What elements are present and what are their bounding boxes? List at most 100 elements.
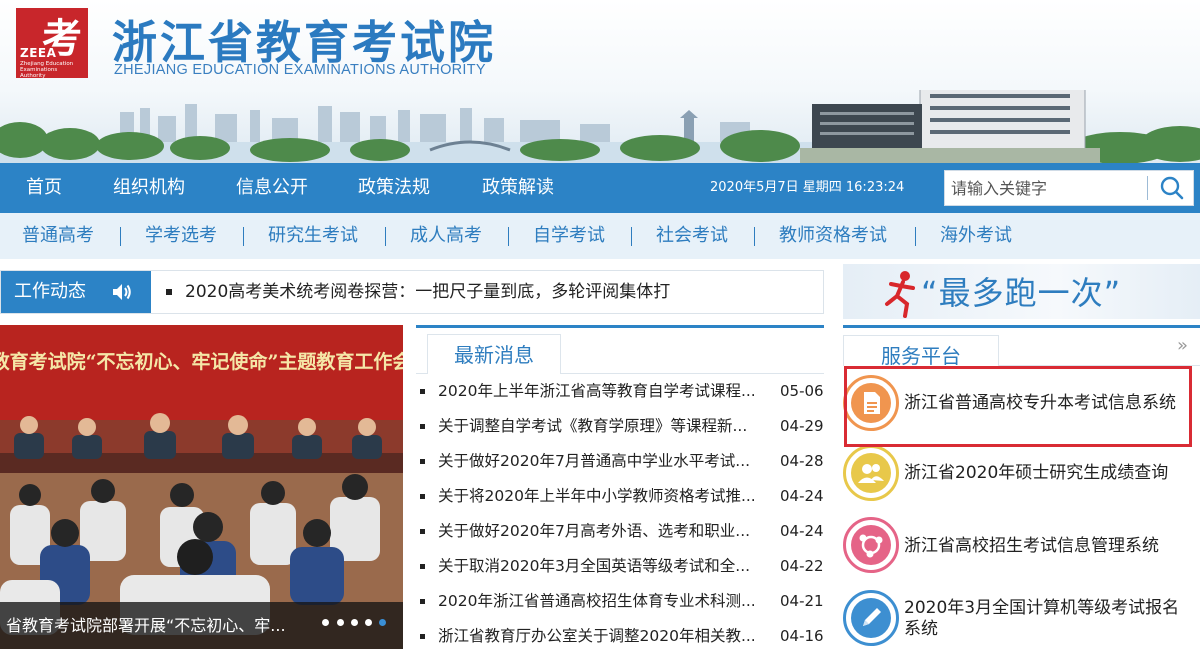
news-date: 04-29 [780,417,824,435]
category-teacher-qualification[interactable]: 教师资格考试 [779,213,887,259]
category-divider [120,227,121,246]
news-slideshow[interactable]: 省教育考试院“不忘初心、牢记使命”主题教育工作会议 [0,325,403,649]
service-label[interactable]: 浙江省2020年硕士研究生成绩查询 [904,463,1168,484]
meeting-photo: 省教育考试院“不忘初心、牢记使命”主题教育工作会议 [0,325,403,649]
slide-dot-4[interactable] [365,619,372,626]
users-icon [851,453,891,493]
slide-dot-1[interactable] [322,619,329,626]
nav-item-organization[interactable]: 组织机构 [113,163,185,213]
work-news-ticker: 工作动态 2020高考美术统考阅卷探营：一把尺子量到底，多轮评阅集体打 [0,270,824,314]
city-skyline-illustration [0,90,1200,163]
service-item-postgraduate-score-query[interactable]: 浙江省2020年硕士研究生成绩查询 [843,442,1200,506]
news-title[interactable]: 关于做好2020年7月普通高中学业水平考试... [438,449,773,473]
service-label[interactable]: 2020年3月全国计算机等级考试报名系统 [904,598,1196,640]
meeting-banner-text: 省教育考试院“不忘初心、牢记使命”主题教育工作会议 [0,350,403,373]
news-item[interactable]: 浙江省教育厅办公室关于调整2020年相关教... 04-16 [416,624,824,648]
ticker-label-text: 工作动态 [14,281,86,302]
logo-small-text: Zhejiang Education Examinations Authorit… [20,61,74,79]
service-icon-ring [843,590,899,646]
bullet-icon [420,424,425,429]
nav-item-info-disclosure[interactable]: 信息公开 [236,163,308,213]
news-title[interactable]: 关于调整自学考试《教育学原理》等课程新... [438,414,773,438]
search-divider [1147,176,1148,200]
news-item[interactable]: 2020年浙江省普通高校招生体育专业术科测... 04-21 [416,589,824,613]
tab-latest-news[interactable]: 最新消息 [427,334,561,374]
service-label[interactable]: 浙江省高校招生考试信息管理系统 [904,536,1159,557]
logo-abbreviation: ZEEA [20,46,57,60]
news-date: 05-06 [780,382,824,400]
news-date: 04-16 [780,627,824,645]
news-item[interactable]: 2020年上半年浙江省高等教育自学考试课程... 05-06 [416,379,824,403]
service-item-upgrade-exam-system[interactable]: 浙江省普通高校专升本考试信息系统 [843,372,1200,436]
service-item-computer-exam-registration[interactable]: 2020年3月全国计算机等级考试报名系统 [843,587,1200,649]
news-title[interactable]: 2020年浙江省普通高校招生体育专业术科测... [438,589,773,613]
category-self-study[interactable]: 自学考试 [533,213,605,259]
current-datetime: 2020年5月7日 星期四 16:23:24 [710,180,905,195]
category-postgraduate[interactable]: 研究生考试 [268,213,358,259]
service-label[interactable]: 浙江省普通高校专升本考试信息系统 [904,393,1176,414]
run-once-promo-banner[interactable]: “最多跑一次” [843,264,1200,319]
panel-top-border [416,325,824,328]
network-icon [851,525,891,565]
bullet-icon [420,599,425,604]
category-academic-selection[interactable]: 学考选考 [145,213,217,259]
category-navigation: 普通高考 学考选考 研究生考试 成人高考 自学考试 社会考试 教师资格考试 海外… [0,213,1200,259]
bullet-icon [420,564,425,569]
nav-item-policies[interactable]: 政策法规 [358,163,430,213]
news-date: 04-28 [780,452,824,470]
latest-news-panel: 最新消息 2020年上半年浙江省高等教育自学考试课程... 05-06 关于调整… [416,325,824,649]
slide-dot-2[interactable] [337,619,344,626]
search-button[interactable] [1151,171,1193,205]
news-title[interactable]: 浙江省教育厅办公室关于调整2020年相关教... [438,624,773,648]
nav-item-policy-interpretation[interactable]: 政策解读 [482,163,554,213]
service-item-admission-management-system[interactable]: 浙江省高校招生考试信息管理系统 [843,514,1200,578]
bullet-icon [420,494,425,499]
category-divider [243,227,244,246]
bullet-icon [420,389,425,394]
category-overseas[interactable]: 海外考试 [940,213,1012,259]
news-item[interactable]: 关于做好2020年7月高考外语、选考和职业... 04-24 [416,519,824,543]
document-icon [851,383,891,423]
search-input[interactable] [945,171,1147,205]
header-banner: 考 ZEEA Zhejiang Education Examinations A… [0,0,1200,163]
service-icon-ring [843,445,899,501]
category-divider [385,227,386,246]
news-item[interactable]: 关于调整自学考试《教育学原理》等课程新... 04-29 [416,414,824,438]
speaker-icon [113,284,131,300]
news-title[interactable]: 关于取消2020年3月全国英语等级考试和全... [438,554,773,578]
service-icon-ring [843,375,899,431]
bullet-icon [420,529,425,534]
pencil-icon [851,598,891,638]
category-divider [631,227,632,246]
category-adult-gaokao[interactable]: 成人高考 [410,213,482,259]
service-icon-ring [843,517,899,573]
news-title[interactable]: 关于做好2020年7月高考外语、选考和职业... [438,519,773,543]
slide-caption-bar: 省教育考试院部署开展“不忘初心、牢... [0,602,403,649]
ticker-label: 工作动态 [1,271,151,313]
panel-top-border [843,325,1200,328]
category-social-exams[interactable]: 社会考试 [656,213,728,259]
tab-service-platform[interactable]: 服务平台 [843,335,999,366]
category-divider [754,227,755,246]
search-box [944,170,1194,206]
bullet-icon [420,459,425,464]
news-date: 04-21 [780,592,824,610]
bullet-icon [420,634,425,639]
news-date: 04-22 [780,557,824,575]
news-item[interactable]: 关于做好2020年7月普通高中学业水平考试... 04-28 [416,449,824,473]
zeea-logo[interactable]: 考 ZEEA Zhejiang Education Examinations A… [16,8,88,79]
news-item[interactable]: 关于取消2020年3月全国英语等级考试和全... 04-22 [416,554,824,578]
slide-dot-5[interactable] [379,619,386,626]
category-divider [508,227,509,246]
slide-caption[interactable]: 省教育考试院部署开展“不忘初心、牢... [6,602,286,649]
news-title[interactable]: 关于将2020年上半年中小学教师资格考试推... [438,484,773,508]
slide-dot-3[interactable] [351,619,358,626]
news-title[interactable]: 2020年上半年浙江省高等教育自学考试课程... [438,379,773,403]
category-general-gaokao[interactable]: 普通高考 [22,213,94,259]
ticker-headline[interactable]: 2020高考美术统考阅卷探营：一把尺子量到底，多轮评阅集体打 [165,271,670,313]
nav-item-home[interactable]: 首页 [26,163,62,213]
search-icon [1160,176,1184,200]
news-item[interactable]: 关于将2020年上半年中小学教师资格考试推... 04-24 [416,484,824,508]
double-chevron-right-icon[interactable]: » [1177,335,1188,356]
promo-slogan: “最多跑一次” [921,274,1122,312]
